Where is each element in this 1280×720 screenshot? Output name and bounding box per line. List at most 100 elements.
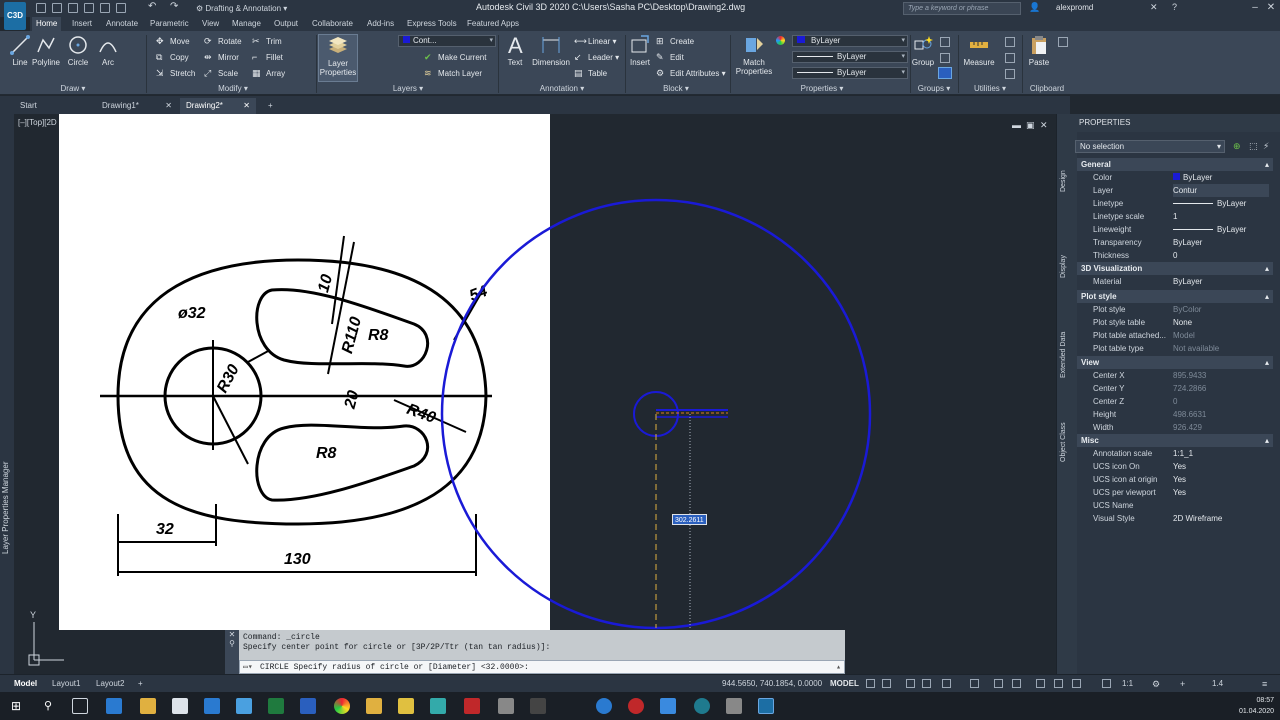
settings-app-icon[interactable] (236, 698, 252, 714)
prop-row[interactable]: Plot table attached... Model (1077, 329, 1273, 342)
section-view[interactable]: View ▴ (1077, 356, 1273, 369)
make-current-button[interactable]: ✔ Make Current (424, 51, 486, 64)
tab-featured-apps[interactable]: Featured Apps (463, 17, 523, 31)
section-general[interactable]: General ▴ (1077, 158, 1273, 171)
calculator-icon[interactable] (1005, 37, 1015, 47)
grid-icon[interactable] (866, 679, 875, 688)
layout-tab-layout2[interactable]: Layout2 (92, 677, 128, 691)
select-objects-icon[interactable]: ⬚ (1249, 141, 1258, 152)
tab-view[interactable]: View (198, 17, 223, 31)
prop-row[interactable]: Visual Style 2D Wireframe (1077, 512, 1273, 525)
ungroup-icon[interactable] (940, 37, 950, 47)
scale-button[interactable]: ⤢ Scale (204, 67, 238, 80)
prop-row[interactable]: Center Z0 (1077, 395, 1273, 408)
quick-select-icon[interactable]: ⚡ (1263, 141, 1269, 152)
tab-collaborate[interactable]: Collaborate (308, 17, 357, 31)
prop-row[interactable]: Material ByLayer (1077, 275, 1273, 288)
quick-select-icon[interactable] (1005, 53, 1015, 63)
layout-tab-model[interactable]: Model (10, 677, 41, 691)
transparency-icon[interactable] (1036, 679, 1045, 688)
snap-icon[interactable] (882, 679, 891, 688)
object-snap-icon[interactable] (994, 679, 1003, 688)
save-icon[interactable] (68, 3, 78, 13)
stretch-button[interactable]: ⇲ Stretch (156, 67, 195, 80)
user-icon[interactable]: 👤 (1029, 2, 1040, 13)
minimize-button[interactable]: – (1248, 1, 1262, 15)
modify-panel-title[interactable]: Modify ▾ (150, 83, 316, 94)
object-snap-tracking-icon[interactable] (970, 679, 979, 688)
section-misc[interactable]: Misc ▴ (1077, 434, 1273, 447)
tab-parametric[interactable]: Parametric (146, 17, 193, 31)
exchange-icon[interactable]: ✕ (1150, 2, 1158, 13)
close-tab-icon[interactable]: ✕ (165, 98, 172, 114)
user-name[interactable]: alexpromd (1056, 3, 1093, 12)
mirror-button[interactable]: ⇹ Mirror (204, 51, 239, 64)
dimension-button[interactable]: Dimension (530, 34, 572, 80)
viewport-minimize-icon[interactable]: ▬ (1012, 120, 1021, 130)
open-icon[interactable] (52, 3, 62, 13)
command-line-handle[interactable]: ✕ ⚲ (225, 630, 239, 674)
prop-row[interactable]: Color ByLayer (1077, 171, 1273, 184)
insert-block-button[interactable]: Insert (626, 34, 654, 80)
prop-row[interactable]: Linetype ByLayer (1077, 197, 1273, 210)
drawing-viewport[interactable]: [–][Top][2D ø32 10 R110 R8 R30 20 R40 R8… (14, 114, 1056, 674)
file-tab-drawing2[interactable]: Drawing2* ✕ (180, 98, 256, 114)
tab-insert[interactable]: Insert (68, 17, 96, 31)
copy-button[interactable]: ⧉ Copy (156, 51, 189, 64)
photos-icon[interactable] (660, 698, 676, 714)
prop-row[interactable]: UCS Name (1077, 499, 1273, 512)
prop-row[interactable]: Plot style table None (1077, 316, 1273, 329)
text-button[interactable]: A Text (500, 34, 530, 80)
side-tab-object-class[interactable]: Object Class (1060, 422, 1067, 462)
layer-properties-button[interactable]: Layer Properties (318, 34, 358, 82)
annotation-visibility-icon[interactable] (1102, 679, 1111, 688)
notepad-icon[interactable] (172, 698, 188, 714)
search-input[interactable]: Type a keyword or phrase (903, 2, 1021, 15)
prop-row[interactable]: Lineweight ByLayer (1077, 223, 1273, 236)
lineweight-scale[interactable]: 1.4 (1212, 677, 1223, 691)
application-menu-button[interactable]: C3D (4, 2, 26, 30)
help-icon[interactable]: ? (1172, 2, 1177, 12)
properties-title[interactable]: PROPERTIES (1057, 114, 1280, 132)
layer-dropdown[interactable]: Cont... ▾ (398, 35, 496, 47)
close-button[interactable]: ✕ (1264, 1, 1278, 15)
linear-dimension-button[interactable]: ⟷ Linear ▾ (574, 35, 617, 48)
layout-tab-layout1[interactable]: Layout1 (48, 677, 84, 691)
archive-icon[interactable] (398, 698, 414, 714)
prop-row[interactable]: Transparency ByLayer (1077, 236, 1273, 249)
edit-block-button[interactable]: ✎ Edit (656, 51, 684, 64)
edit-attributes-button[interactable]: ⚙ Edit Attributes ▾ (656, 67, 726, 80)
side-tab-display[interactable]: Display (1060, 255, 1067, 278)
dynamic-input-radius[interactable]: 302.2611 (672, 514, 707, 525)
browser-app-icon[interactable] (596, 698, 612, 714)
side-tab-design[interactable]: Design (1060, 170, 1067, 192)
file-explorer-icon[interactable] (140, 698, 156, 714)
arc-button[interactable]: Arc (88, 34, 128, 80)
table-button[interactable]: ▤ Table (574, 67, 607, 80)
folder-icon[interactable] (366, 698, 382, 714)
measure-button[interactable]: Measure (960, 34, 998, 80)
utilities-panel-title[interactable]: Utilities ▾ (960, 83, 1020, 94)
tab-home[interactable]: Home (32, 17, 62, 31)
prop-row[interactable]: Plot style ByColor (1077, 303, 1273, 316)
selection-cycling-icon[interactable] (1054, 679, 1063, 688)
image-viewer-icon[interactable] (498, 698, 514, 714)
draw-panel-title[interactable]: Draw ▾ (0, 83, 146, 94)
close-tab-icon[interactable]: ✕ (243, 98, 250, 114)
create-block-button[interactable]: ⊞ Create (656, 35, 694, 48)
lineweight-dropdown[interactable]: ByLayer ▾ (792, 51, 908, 63)
linetype-dropdown[interactable]: ByLayer ▾ (792, 67, 908, 79)
toggle-pickadd-icon[interactable]: ⊕ (1233, 141, 1241, 152)
autocad-taskbar-icon[interactable] (430, 698, 446, 714)
properties-panel-title[interactable]: Properties ▾ (734, 83, 910, 94)
polar-icon[interactable] (922, 679, 931, 688)
side-tab-extended-data[interactable]: Extended Data (1060, 332, 1067, 378)
file-tab-start[interactable]: Start (14, 98, 43, 114)
tab-manage[interactable]: Manage (228, 17, 265, 31)
coordinates-readout[interactable]: 944.5650, 740.1854, 0.0000 (722, 677, 822, 691)
task-view-icon[interactable] (72, 698, 88, 714)
prop-row[interactable]: Annotation scale 1:1_1 (1077, 447, 1273, 460)
match-layer-button[interactable]: ≋ Match Layer (424, 67, 482, 80)
match-properties-button[interactable]: Match Properties (734, 34, 774, 80)
blue-app-icon[interactable] (204, 698, 220, 714)
